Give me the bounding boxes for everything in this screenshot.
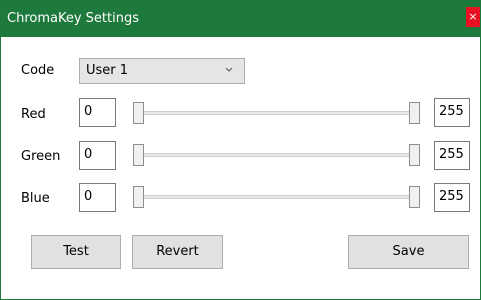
chevron-down-icon bbox=[225, 67, 233, 72]
blue-min-input[interactable]: 0 bbox=[79, 183, 116, 212]
title-bar: ChromaKey Settings × bbox=[1, 1, 480, 37]
green-max-thumb[interactable] bbox=[409, 144, 420, 166]
test-button[interactable]: Test bbox=[31, 235, 121, 269]
chromakey-settings-window: ChromaKey Settings × Code User 1 Red 0 2… bbox=[0, 0, 481, 300]
blue-label: Blue bbox=[21, 191, 50, 206]
save-button[interactable]: Save bbox=[348, 235, 469, 269]
red-label: Red bbox=[21, 107, 46, 122]
blue-max-thumb[interactable] bbox=[409, 186, 420, 208]
green-min-input[interactable]: 0 bbox=[79, 141, 116, 170]
blue-range-slider[interactable] bbox=[129, 186, 424, 208]
green-label: Green bbox=[21, 149, 61, 164]
red-range-slider[interactable] bbox=[129, 102, 424, 124]
slider-track bbox=[137, 153, 416, 157]
window-title: ChromaKey Settings bbox=[7, 11, 139, 26]
red-max-input[interactable]: 255 bbox=[434, 98, 470, 127]
slider-track bbox=[137, 195, 416, 199]
red-max-thumb[interactable] bbox=[409, 102, 420, 124]
green-min-thumb[interactable] bbox=[133, 144, 144, 166]
green-range-slider[interactable] bbox=[129, 144, 424, 166]
slider-track bbox=[137, 111, 416, 115]
green-max-input[interactable]: 255 bbox=[434, 141, 470, 170]
revert-button[interactable]: Revert bbox=[132, 235, 223, 269]
blue-min-thumb[interactable] bbox=[133, 186, 144, 208]
red-min-thumb[interactable] bbox=[133, 102, 144, 124]
blue-max-input[interactable]: 255 bbox=[434, 183, 470, 212]
code-dropdown-value: User 1 bbox=[86, 63, 129, 78]
red-min-input[interactable]: 0 bbox=[79, 98, 116, 127]
close-icon[interactable]: × bbox=[466, 7, 480, 27]
code-dropdown[interactable]: User 1 bbox=[79, 58, 245, 84]
code-label: Code bbox=[21, 63, 55, 78]
